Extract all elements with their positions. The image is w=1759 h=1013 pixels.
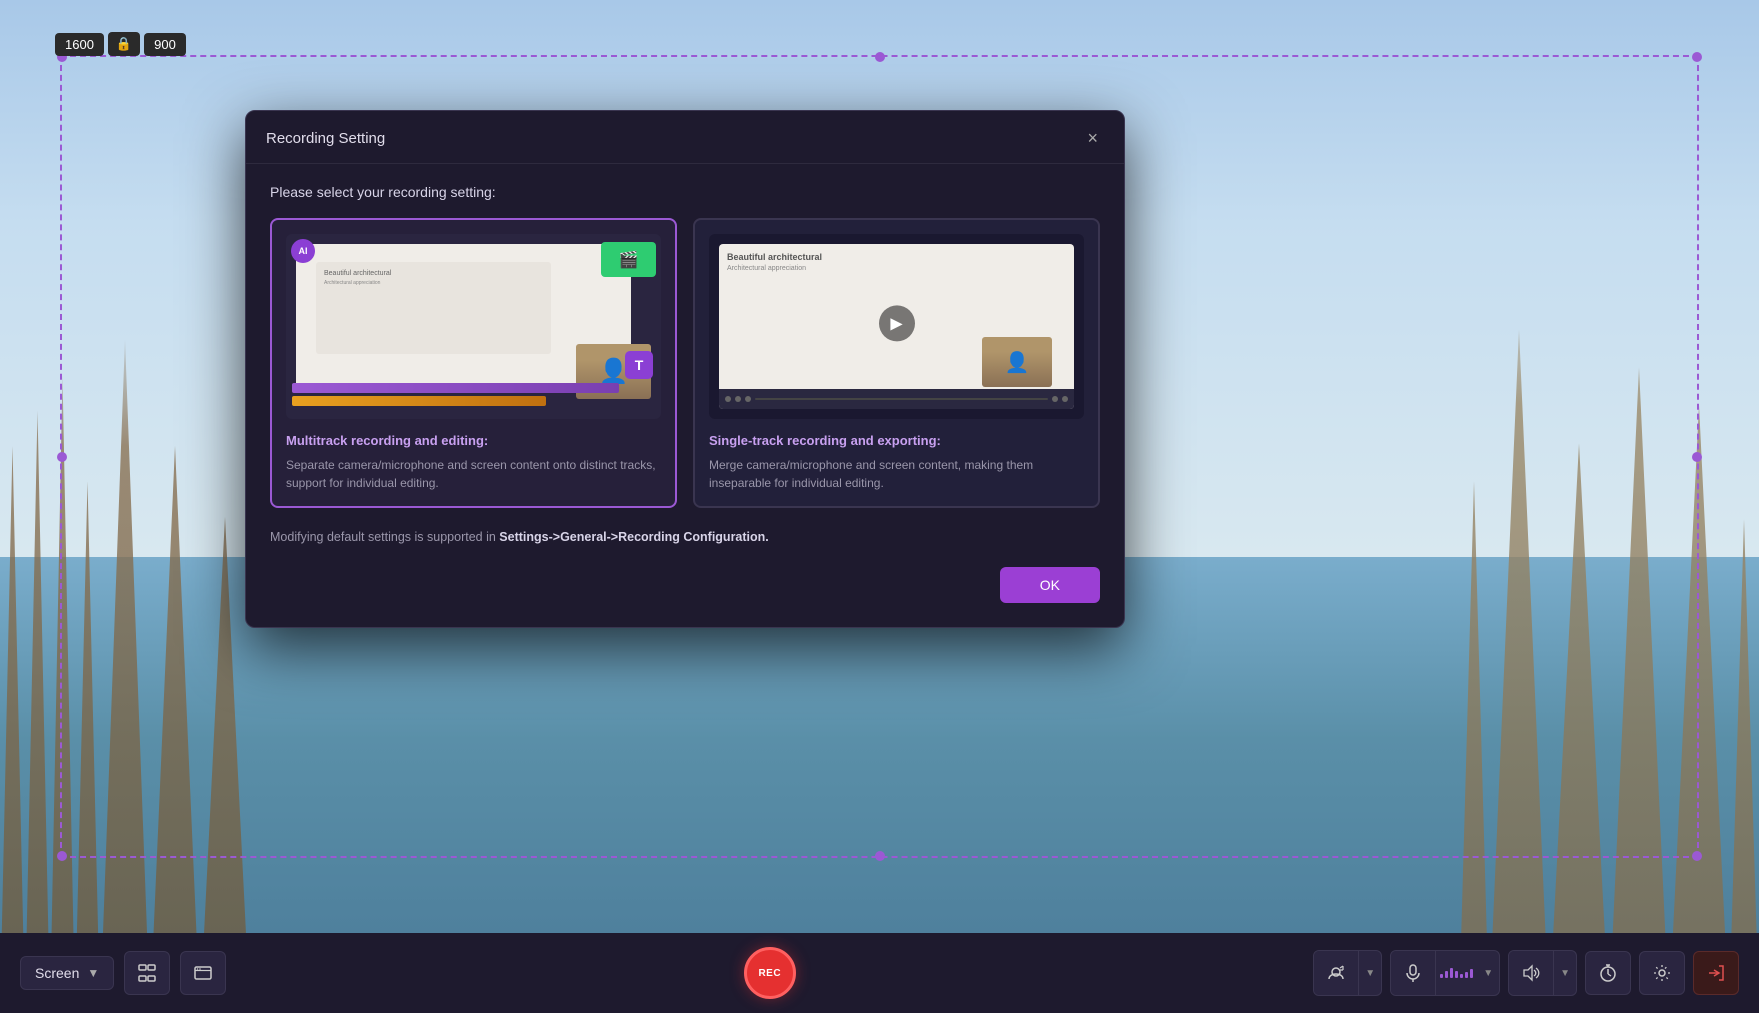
mic-group: ▼ bbox=[1390, 950, 1500, 996]
handle-mid-right[interactable] bbox=[1692, 452, 1702, 462]
floating-toolbar: 🎬 bbox=[601, 242, 656, 277]
screen-content: Beautiful architectural Architectural ap… bbox=[316, 262, 551, 354]
play-button: ▶ bbox=[879, 305, 915, 341]
size-indicator: 1600 🔒 900 bbox=[55, 32, 186, 56]
text-icon: T bbox=[625, 351, 653, 379]
track-1 bbox=[292, 383, 619, 393]
mic-button[interactable] bbox=[1391, 951, 1436, 995]
singletrack-option[interactable]: Beautiful architectural Architectural ap… bbox=[693, 218, 1100, 508]
singletrack-desc: Merge camera/microphone and screen conte… bbox=[709, 456, 1084, 492]
toolbar-center: REC bbox=[744, 947, 796, 999]
ctrl-dot-4 bbox=[1052, 396, 1058, 402]
mic-bar-6 bbox=[1465, 972, 1468, 978]
toolbar-left: Screen ▼ bbox=[20, 951, 226, 995]
record-button[interactable]: REC bbox=[744, 947, 796, 999]
multitrack-preview: Beautiful architectural Architectural ap… bbox=[286, 234, 661, 419]
ctrl-dot-5 bbox=[1062, 396, 1068, 402]
window-button[interactable] bbox=[180, 951, 226, 995]
modal-note: Modifying default settings is supported … bbox=[270, 528, 1100, 547]
speaker-dropdown-arrow[interactable]: ▼ bbox=[1554, 960, 1576, 987]
mic-bar-1 bbox=[1440, 974, 1443, 978]
toolbar-right: ▼ ▼ bbox=[1313, 950, 1739, 996]
speaker-group: ▼ bbox=[1508, 950, 1577, 996]
modal-header: Recording Setting × bbox=[246, 111, 1124, 164]
timer-button[interactable] bbox=[1585, 951, 1631, 995]
bottom-toolbar: Screen ▼ REC bbox=[0, 933, 1759, 1013]
ok-button[interactable]: OK bbox=[1000, 567, 1100, 603]
modal-body: Please select your recording setting: Be… bbox=[246, 164, 1124, 627]
screen-label: Screen bbox=[35, 965, 79, 981]
speaker-button[interactable] bbox=[1509, 951, 1554, 995]
merged-text-sub: Architectural appreciation bbox=[727, 265, 1066, 272]
preview-text-sub: Architectural appreciation bbox=[324, 280, 543, 286]
settings-button[interactable] bbox=[1639, 951, 1685, 995]
webcam-dropdown-arrow[interactable]: ▼ bbox=[1359, 960, 1381, 987]
recording-options: Beautiful architectural Architectural ap… bbox=[270, 218, 1100, 508]
rec-label: REC bbox=[758, 968, 781, 979]
fullscreen-button[interactable] bbox=[124, 951, 170, 995]
singletrack-preview: Beautiful architectural Architectural ap… bbox=[709, 234, 1084, 419]
merged-screen: Beautiful architectural Architectural ap… bbox=[719, 244, 1074, 409]
recording-setting-dialog: Recording Setting × Please select your r… bbox=[245, 110, 1125, 628]
screen-dropdown[interactable]: Screen ▼ bbox=[20, 956, 114, 990]
width-value: 1600 bbox=[55, 33, 104, 56]
handle-top-right[interactable] bbox=[1692, 52, 1702, 62]
ctrl-dot-2 bbox=[735, 396, 741, 402]
merged-cam: 👤 bbox=[982, 337, 1052, 387]
multitrack-option[interactable]: Beautiful architectural Architectural ap… bbox=[270, 218, 677, 508]
modal-subtitle: Please select your recording setting: bbox=[270, 184, 1100, 200]
ctrl-dot-3 bbox=[745, 396, 751, 402]
mic-bar-4 bbox=[1455, 971, 1458, 978]
singletrack-title: Single-track recording and exporting: bbox=[709, 433, 1084, 448]
preview-text-main: Beautiful architectural bbox=[324, 270, 543, 277]
preview-tracks bbox=[286, 379, 661, 419]
handle-bottom-right[interactable] bbox=[1692, 851, 1702, 861]
ctrl-dot-1 bbox=[725, 396, 731, 402]
mic-bar-2 bbox=[1445, 971, 1448, 978]
close-button[interactable]: × bbox=[1081, 127, 1104, 149]
mic-bar-3 bbox=[1450, 968, 1453, 978]
dropdown-arrow-icon: ▼ bbox=[87, 966, 99, 980]
webcam-button[interactable] bbox=[1314, 951, 1359, 995]
height-value: 900 bbox=[144, 33, 186, 56]
controls-bar bbox=[719, 389, 1074, 409]
multitrack-title: Multitrack recording and editing: bbox=[286, 433, 661, 448]
handle-bottom-mid[interactable] bbox=[875, 851, 885, 861]
handle-top-mid[interactable] bbox=[875, 52, 885, 62]
mic-dropdown-arrow[interactable]: ▼ bbox=[1477, 960, 1499, 987]
ai-badge: AI bbox=[291, 239, 315, 263]
webcam-group: ▼ bbox=[1313, 950, 1382, 996]
exit-button[interactable] bbox=[1693, 951, 1739, 995]
modal-footer: OK bbox=[270, 567, 1100, 603]
track-2 bbox=[292, 396, 546, 406]
multitrack-desc: Separate camera/microphone and screen co… bbox=[286, 456, 661, 492]
mic-bar-7 bbox=[1470, 969, 1473, 978]
handle-bottom-left[interactable] bbox=[57, 851, 67, 861]
mic-level-indicator bbox=[1436, 968, 1477, 978]
lock-icon: 🔒 bbox=[108, 32, 140, 56]
mic-bar-5 bbox=[1460, 974, 1463, 978]
modal-title: Recording Setting bbox=[266, 130, 385, 147]
merged-text-main: Beautiful architectural bbox=[727, 252, 1066, 262]
progress-bar bbox=[755, 398, 1048, 400]
handle-mid-left[interactable] bbox=[57, 452, 67, 462]
